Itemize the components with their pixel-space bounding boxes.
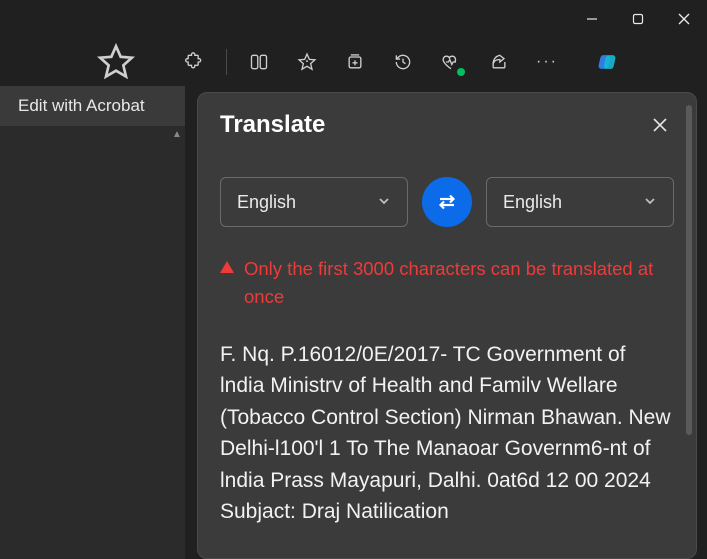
performance-status-dot: [457, 68, 465, 76]
warning-icon: [220, 261, 234, 273]
browser-performance-button[interactable]: [429, 42, 473, 82]
copilot-icon: [593, 48, 621, 76]
share-button[interactable]: [477, 42, 521, 82]
window-maximize-button[interactable]: [615, 0, 661, 38]
toolbar-separator: [226, 49, 227, 75]
favorite-star-button[interactable]: [96, 42, 136, 82]
window-close-button[interactable]: [661, 0, 707, 38]
warning-message: Only the first 3000 characters can be tr…: [220, 255, 674, 311]
more-menu-button[interactable]: ···: [525, 42, 569, 82]
copilot-button[interactable]: [585, 42, 629, 82]
acrobat-tab-label: Edit with Acrobat: [18, 96, 145, 115]
left-pane: Edit with Acrobat ▲: [0, 86, 185, 559]
chevron-down-icon: [377, 192, 391, 213]
chevron-down-icon: [643, 192, 657, 213]
translated-body-text: F. Nq. P.16012/0E/2017- TC Government of…: [220, 339, 674, 528]
language-row: English English: [220, 177, 674, 227]
target-language-select[interactable]: English: [486, 177, 674, 227]
warning-text: Only the first 3000 characters can be tr…: [244, 255, 674, 311]
panel-close-button[interactable]: [646, 111, 674, 139]
collections-button[interactable]: [333, 42, 377, 82]
panel-title: Translate: [220, 111, 325, 139]
favorites-button[interactable]: [285, 42, 329, 82]
source-language-select[interactable]: English: [220, 177, 408, 227]
browser-toolbar: ···: [0, 38, 707, 86]
left-scrollbar[interactable]: ▲: [169, 126, 185, 559]
history-button[interactable]: [381, 42, 425, 82]
edit-with-acrobat-tab[interactable]: Edit with Acrobat: [0, 86, 185, 126]
source-language-label: English: [237, 192, 296, 213]
panel-scrollbar[interactable]: [686, 105, 692, 435]
target-language-label: English: [503, 192, 562, 213]
window-minimize-button[interactable]: [569, 0, 615, 38]
content-area: Edit with Acrobat ▲ Translate English: [0, 86, 707, 559]
split-screen-button[interactable]: [237, 42, 281, 82]
extensions-button[interactable]: [172, 42, 216, 82]
scroll-up-icon: ▲: [169, 126, 185, 142]
translate-panel: Translate English English: [197, 92, 697, 559]
swap-languages-button[interactable]: [422, 177, 472, 227]
window-titlebar: [0, 0, 707, 38]
